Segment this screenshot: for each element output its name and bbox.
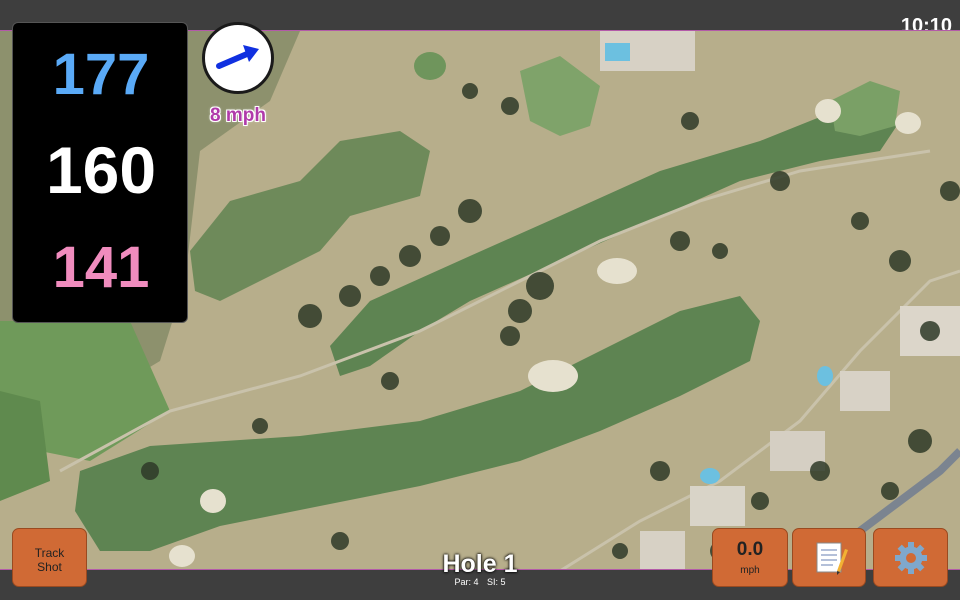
wind-arrow-icon	[216, 45, 259, 69]
distance-panel: 177 160 141	[12, 22, 188, 323]
front-distance: 141	[52, 235, 150, 300]
track-shot-label-line1: Track	[34, 546, 65, 560]
hole-par: Par: 4	[454, 577, 479, 587]
notepad-icon	[816, 542, 848, 575]
hole-title: Hole 1	[442, 550, 518, 578]
back-distance: 177	[52, 42, 150, 107]
shot-speed-value: 0.0	[736, 539, 764, 560]
settings-button[interactable]	[873, 528, 948, 587]
hole-stroke-index: SI: 5	[487, 577, 506, 587]
track-shot-button[interactable]: Track Shot	[12, 528, 87, 587]
wind-speed-label: 8 mph	[210, 105, 266, 126]
notes-button[interactable]	[792, 528, 866, 587]
shot-speed-unit: mph	[740, 565, 760, 576]
gear-icon	[895, 542, 927, 574]
track-shot-label-line2: Shot	[37, 560, 62, 574]
middle-distance: 160	[45, 133, 157, 207]
shot-speed-button[interactable]: 0.0 mph	[712, 528, 788, 587]
hole-meta: Par: 4 SI: 5	[380, 577, 580, 587]
wind-direction-dial	[202, 22, 274, 94]
